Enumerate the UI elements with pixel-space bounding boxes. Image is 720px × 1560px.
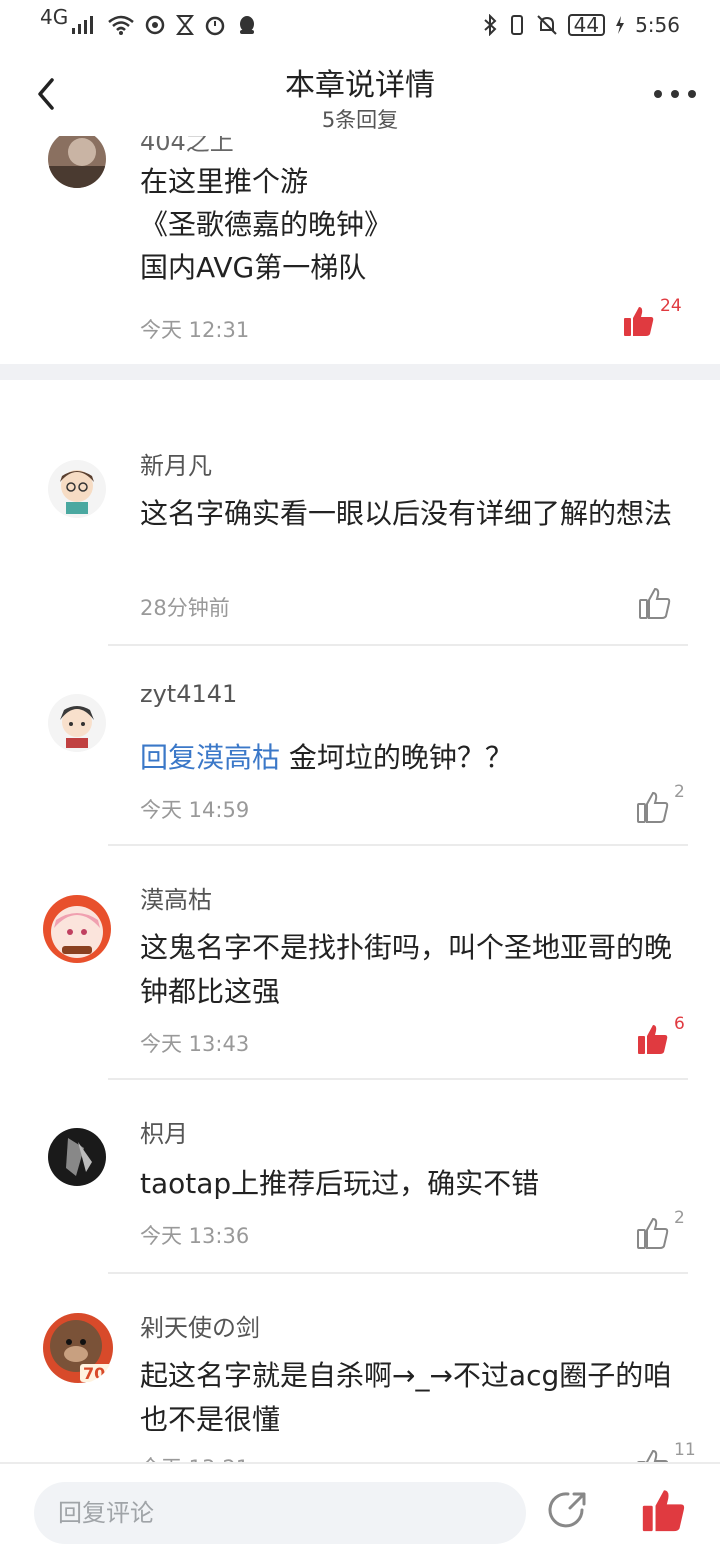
reply-text: 起这名字就是自杀啊→_→不过acg圈子的咱也不是很懂	[140, 1359, 672, 1436]
status-bar: 4G 44 5:56	[0, 0, 720, 50]
thumbs-up-filled-icon	[638, 1025, 668, 1054]
bluetooth-icon	[483, 14, 497, 36]
reply-time: 今天 14:59	[140, 798, 250, 822]
avatar-image	[48, 460, 106, 518]
username[interactable]: 剁天使の剑	[140, 1308, 260, 1343]
avatar-image	[48, 1128, 106, 1186]
svg-text:70: 70	[83, 1364, 105, 1383]
like-main-button[interactable]	[640, 1486, 688, 1534]
reply-separator	[108, 844, 688, 846]
comment-time: 今天 12:31	[140, 318, 250, 342]
like-button[interactable]: 2	[636, 782, 685, 824]
thumbs-up-icon	[637, 1217, 669, 1249]
avatar[interactable]	[48, 1128, 106, 1186]
reply-text: 回复漠高枯 金坷垃的晚钟？？	[140, 736, 690, 780]
share-icon	[548, 1492, 586, 1528]
comment-text: 在这里推个游 《圣歌德嘉的晚钟》 国内AVG第一梯队	[140, 160, 690, 289]
vibrate-icon	[510, 15, 523, 35]
qq-icon	[240, 16, 255, 34]
like-button[interactable]: 11	[636, 1440, 696, 1462]
like-count: 2	[674, 782, 685, 802]
avatar[interactable]	[48, 136, 106, 188]
username[interactable]: 新月凡	[140, 446, 212, 481]
network-type: 4G	[40, 5, 69, 29]
reply-time: 今天 13:36	[140, 1224, 250, 1248]
avatar-image	[48, 694, 106, 752]
share-button[interactable]	[546, 1488, 590, 1532]
reply-text: 这名字确实看一眼以后没有详细了解的想法	[140, 497, 673, 530]
charging-icon	[616, 16, 625, 34]
battery-level: 44	[567, 14, 606, 36]
comment-line: 《圣歌德嘉的晚钟》	[140, 208, 393, 241]
thumbs-up-filled-icon	[624, 307, 654, 336]
sync-icon	[145, 15, 165, 35]
username[interactable]: zyt4141	[140, 680, 237, 708]
more-dot-icon	[671, 90, 679, 98]
more-button[interactable]	[654, 80, 696, 108]
reply-time: 今天 13:43	[140, 1032, 250, 1056]
timer-icon	[205, 16, 225, 36]
bottom-bar	[0, 1462, 720, 1560]
status-right: 44 5:56	[482, 13, 680, 37]
thumbs-up-icon	[637, 1449, 669, 1462]
status-left: 4G	[40, 5, 258, 37]
reply-separator	[108, 644, 688, 646]
username[interactable]: 404之上	[140, 136, 234, 157]
reply-count: 5条回复	[321, 108, 399, 132]
wifi-icon	[108, 15, 135, 35]
reply-text: 这鬼名字不是找扑街吗，叫个圣地亚哥的晚钟都比这强	[140, 931, 673, 1008]
avatar-image	[48, 136, 106, 188]
avatar[interactable]	[48, 694, 106, 752]
like-button[interactable]	[638, 586, 676, 620]
reply-separator	[108, 1272, 688, 1274]
like-count: 6	[674, 1014, 685, 1034]
signal-icon	[72, 16, 94, 34]
thumbs-up-icon	[637, 791, 669, 823]
more-dot-icon	[654, 90, 662, 98]
avatar[interactable]	[48, 460, 106, 518]
avatar[interactable]	[42, 894, 112, 964]
avatar-image: 70	[43, 1313, 113, 1383]
thumbs-up-icon	[639, 587, 671, 619]
comment-thread[interactable]: 404之上 在这里推个游 《圣歌德嘉的晚钟》 国内AVG第一梯队 今天 12:3…	[0, 136, 720, 1462]
header: 本章说详情 5条回复	[0, 50, 720, 136]
like-button[interactable]: 6	[636, 1014, 685, 1056]
hourglass-icon	[176, 15, 195, 35]
reply-mention-link[interactable]: 回复漠高枯	[140, 741, 280, 774]
comment-line: 国内AVG第一梯队	[140, 251, 367, 284]
mute-bell-icon	[536, 15, 557, 35]
reply-time: 今天 13:21	[140, 1452, 249, 1462]
like-button[interactable]: 2	[636, 1208, 685, 1250]
main-comment: 404之上 在这里推个游 《圣歌德嘉的晚钟》 国内AVG第一梯队 今天 12:3…	[0, 136, 720, 364]
like-count: 11	[674, 1440, 696, 1460]
thumbs-up-filled-icon	[642, 1490, 685, 1532]
username[interactable]: 枳月	[140, 1114, 188, 1149]
like-count: 2	[674, 1208, 685, 1228]
clock: 5:56	[635, 13, 680, 37]
like-button[interactable]: 24	[622, 296, 682, 338]
username[interactable]: 漠高枯	[140, 880, 212, 915]
like-count: 24	[660, 296, 682, 316]
reply-separator	[108, 1078, 688, 1080]
reply-time: 28分钟前	[140, 596, 230, 620]
comment-line: 在这里推个游	[140, 165, 309, 198]
page-title: 本章说详情	[285, 68, 435, 103]
reply-comment-input[interactable]	[34, 1482, 526, 1544]
avatar-image	[43, 895, 111, 963]
more-dot-icon	[688, 90, 696, 98]
section-divider	[0, 364, 720, 380]
reply-content: 金坷垃的晚钟？？	[280, 741, 513, 774]
avatar[interactable]: 70	[42, 1312, 114, 1384]
reply-text: taotap上推荐后玩过，确实不错	[140, 1167, 540, 1200]
